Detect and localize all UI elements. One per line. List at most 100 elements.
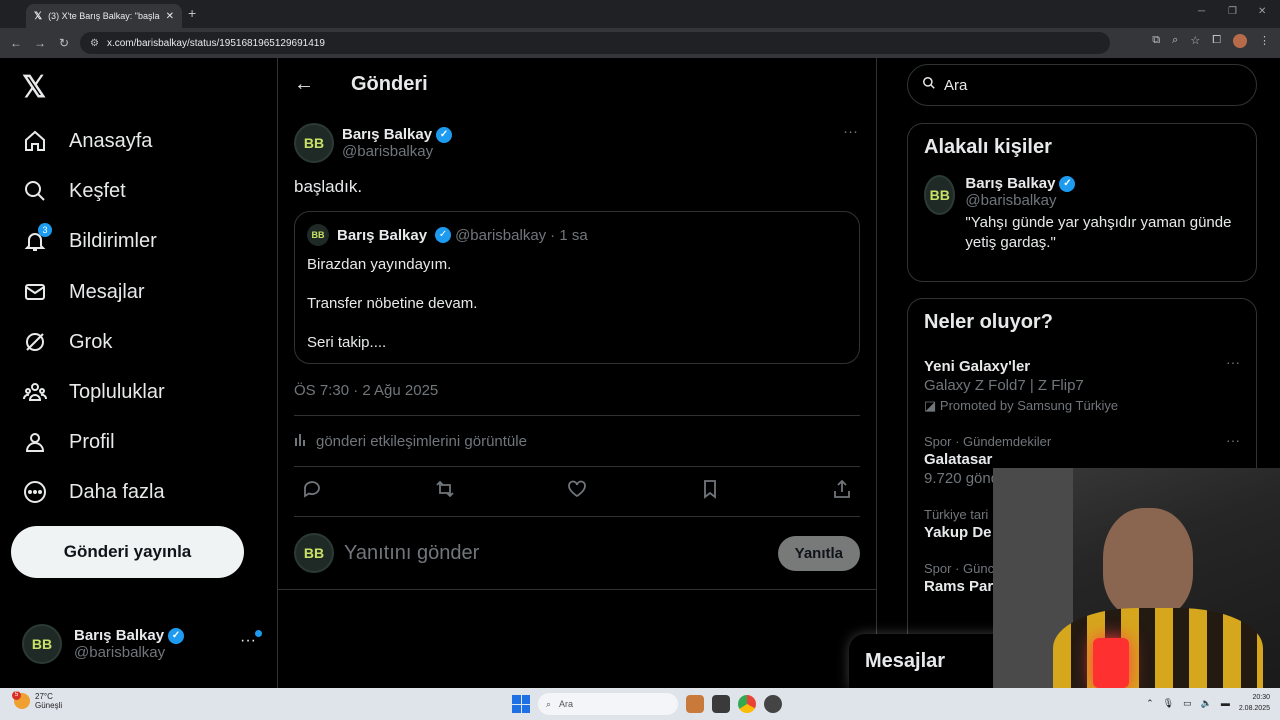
nav-label: Topluluklar (69, 380, 165, 403)
taskbar-app-icon[interactable] (686, 695, 704, 713)
like-heart-icon[interactable] (567, 479, 587, 504)
x-favicon-icon: 𝕏 (34, 10, 43, 22)
battery-icon[interactable]: ▬ (1221, 698, 1230, 708)
maximize-icon[interactable]: ❐ (1228, 6, 1237, 17)
notification-badge: 3 (38, 223, 52, 237)
nav-item-messages[interactable]: Mesajlar (22, 272, 145, 312)
share-icon[interactable] (832, 479, 852, 504)
quote-text-line: Transfer nöbetine devam. (307, 295, 478, 312)
reload-icon[interactable]: ↻ (52, 36, 76, 50)
author-name[interactable]: Barış Balkay (342, 126, 432, 143)
tweet-timestamp[interactable]: ÖS 7:30 · 2 Ağu 2025 (294, 382, 860, 416)
card-title: Neler oluyor? (924, 311, 1053, 333)
nav-item-profile[interactable]: Profil (22, 422, 115, 462)
more-dots-icon[interactable]: ··· (240, 632, 256, 650)
trend-name: Yeni Galaxy'ler (924, 358, 1031, 375)
grok-icon (22, 329, 48, 355)
webcam-overlay (993, 468, 1280, 688)
new-tab-icon[interactable]: + (188, 5, 196, 21)
page-title: Gönderi (351, 73, 428, 95)
quote-author-name: Barış Balkay (337, 226, 428, 244)
quote-text-line: Birazdan yayındayım. (307, 256, 452, 273)
nav-item-notifications[interactable]: 3 Bildirimler (22, 221, 157, 261)
microphone-icon[interactable]: 🎙 (1163, 698, 1174, 709)
quote-text-line: Seri takip.... (307, 334, 387, 351)
view-analytics-link[interactable]: gönderi etkileşimlerini görüntüle (294, 416, 860, 467)
trend-sub: Galaxy Z Fold7 | Z Flip7 (924, 377, 1084, 394)
analytics-label: gönderi etkileşimlerini görüntüle (316, 432, 527, 450)
mail-icon (22, 279, 48, 305)
windows-taskbar: 5 27°C Güneşli ⌕ Ara ⌃ 🎙 ▭ 🔈 ▬ 20:30 2.0… (0, 688, 1280, 720)
author-handle[interactable]: @barisbalkay (342, 143, 452, 160)
nav-label: Bildirimler (69, 229, 157, 252)
address-bar[interactable]: ⚙ x.com/barisbalkay/status/1951681965129… (80, 32, 1110, 54)
nav-item-home[interactable]: Anasayfa (22, 121, 152, 161)
weather-status: Güneşli (35, 701, 63, 710)
nav-item-explore[interactable]: Keşfet (22, 171, 126, 211)
back-arrow-icon[interactable]: ← (294, 73, 334, 96)
main-column: ← Gönderi BB Barış Balkay ✓ @barisbalkay … (277, 58, 877, 688)
trend-item[interactable]: Yeni Galaxy'ler Galaxy Z Fold7 | Z Flip7… (908, 346, 1256, 424)
browser-tab[interactable]: 𝕏 (3) X'te Barış Balkay: "başladık." ✕ (26, 4, 182, 28)
obs-taskbar-icon[interactable] (764, 695, 782, 713)
search-input[interactable]: Ara (907, 64, 1257, 106)
chrome-menu-icon[interactable]: ⋮ (1259, 34, 1270, 48)
tab-title: (3) X'te Barış Balkay: "başladık." (48, 11, 160, 21)
avatar[interactable]: BB (294, 123, 334, 163)
back-nav-icon[interactable]: ← (4, 36, 28, 50)
promoted-icon: ◪ (924, 398, 940, 413)
extensions-icon[interactable]: ⧠ (1212, 34, 1221, 48)
zoom-icon[interactable]: ⌕ (1172, 34, 1178, 48)
tray-chevron-icon[interactable]: ⌃ (1146, 698, 1154, 709)
more-circle-icon (22, 479, 48, 505)
webcam-person-head (1103, 508, 1193, 618)
trend-name: Galatasar (924, 451, 993, 468)
webcam-person-body (1053, 608, 1263, 688)
tweet-actions (294, 467, 860, 517)
repost-icon[interactable] (435, 479, 455, 504)
nav-item-grok[interactable]: Grok (22, 322, 112, 362)
close-window-icon[interactable]: ✕ (1258, 6, 1266, 17)
browser-tab-strip: 𝕏 (3) X'te Barış Balkay: "başladık." ✕ +… (0, 0, 1280, 28)
related-person[interactable]: BB Barış Balkay ✓ @barisbalkay "Yahşı gün… (908, 171, 1256, 265)
taskbar-search[interactable]: ⌕ Ara (538, 693, 678, 715)
clock[interactable]: 20:30 2.08.2025 (1239, 692, 1270, 714)
reply-input[interactable]: Yanıtını gönder (344, 542, 778, 565)
more-dots-icon[interactable]: ··· (1226, 354, 1240, 370)
more-dots-icon[interactable]: ··· (843, 123, 858, 140)
nav-item-communities[interactable]: Topluluklar (22, 372, 165, 412)
quoted-tweet[interactable]: BB Barış Balkay ✓ @barisbalkay · 1 sa Bi… (294, 211, 860, 364)
browser-toolbar: ← → ↻ ⚙ x.com/barisbalkay/status/1951681… (0, 28, 1280, 58)
tweet-text: başladık. (294, 177, 363, 196)
account-switcher[interactable]: BB Barış Balkay ✓ @barisbalkay ··· (22, 622, 262, 666)
chrome-taskbar-icon[interactable] (738, 695, 756, 713)
more-dots-icon[interactable]: ··· (1226, 432, 1240, 448)
bell-icon: 3 (22, 223, 52, 254)
weather-temp: 27°C (35, 692, 53, 701)
x-logo-icon[interactable]: 𝕏 (22, 70, 46, 105)
post-button[interactable]: Gönderi yayınla (11, 526, 244, 578)
quote-author-handle: @barisbalkay (455, 226, 547, 244)
url-text: x.com/barisbalkay/status/195168196512969… (106, 37, 325, 49)
close-tab-icon[interactable]: ✕ (166, 11, 174, 22)
reply-button[interactable]: Yanıtla (777, 535, 860, 571)
person-bio: "Yahşı günde yar yahşıdır yaman günde ye… (965, 214, 1232, 251)
volume-icon[interactable]: 🔈 (1201, 698, 1212, 709)
install-app-icon[interactable]: ⧉ (1152, 34, 1160, 48)
nav-item-more[interactable]: Daha fazla (22, 472, 165, 512)
profile-avatar[interactable] (1233, 34, 1247, 48)
bookmark-icon[interactable] (700, 479, 720, 504)
network-icon[interactable]: ▭ (1183, 698, 1192, 709)
reply-icon[interactable] (302, 479, 322, 504)
bookmark-star-icon[interactable]: ☆ (1190, 34, 1200, 48)
user-icon (22, 429, 48, 455)
nav-label: Keşfet (69, 179, 126, 202)
site-info-icon[interactable]: ⚙ (90, 38, 99, 49)
windows-start-icon[interactable] (512, 695, 530, 713)
home-icon (22, 128, 48, 154)
forward-nav-icon[interactable]: → (28, 36, 52, 50)
weather-widget[interactable]: 5 27°C Güneşli (12, 691, 63, 710)
minimize-icon[interactable]: ─ (1198, 6, 1205, 17)
messages-drawer-title: Mesajlar (865, 649, 946, 672)
task-view-icon[interactable] (712, 695, 730, 713)
